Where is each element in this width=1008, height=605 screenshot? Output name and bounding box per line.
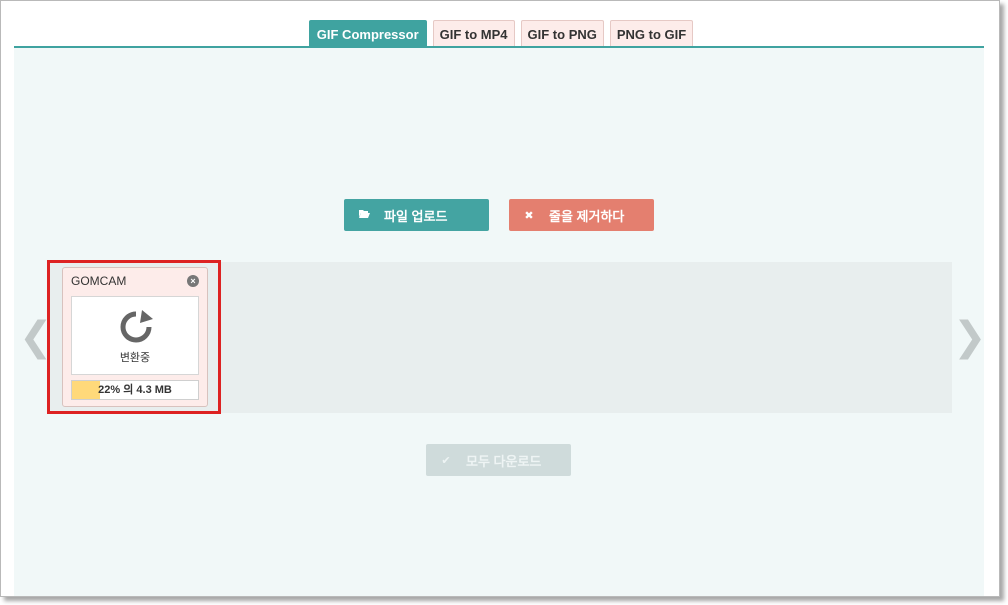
tab-gif-to-png[interactable]: GIF to PNG (520, 20, 604, 47)
check-icon: ✔ (441, 454, 451, 467)
x-icon: ✖ (524, 209, 534, 222)
folder-open-icon (344, 209, 384, 221)
download-all-button[interactable]: ✔ 모두 다운로드 (426, 444, 571, 476)
upload-button-label: 파일 업로드 (384, 208, 448, 224)
upload-button[interactable]: 파일 업로드 (344, 199, 489, 231)
tab-gif-to-mp4[interactable]: GIF to MP4 (432, 20, 515, 47)
chevron-right-icon[interactable]: ❯ (953, 313, 987, 361)
tab-png-to-gif[interactable]: PNG to GIF (609, 20, 694, 47)
download-all-button-label: 모두 다운로드 (466, 453, 542, 469)
clear-queue-button-label: 줄을 제거하다 (549, 208, 625, 224)
app-frame: GIF Compressor GIF to MP4 GIF to PNG PNG… (0, 0, 1000, 597)
selection-highlight (47, 260, 221, 414)
tab-gif-compressor[interactable]: GIF Compressor (308, 20, 427, 47)
tab-bar: GIF Compressor GIF to MP4 GIF to PNG PNG… (1, 19, 1001, 47)
clear-queue-button[interactable]: ✖ 줄을 제거하다 (509, 199, 654, 231)
